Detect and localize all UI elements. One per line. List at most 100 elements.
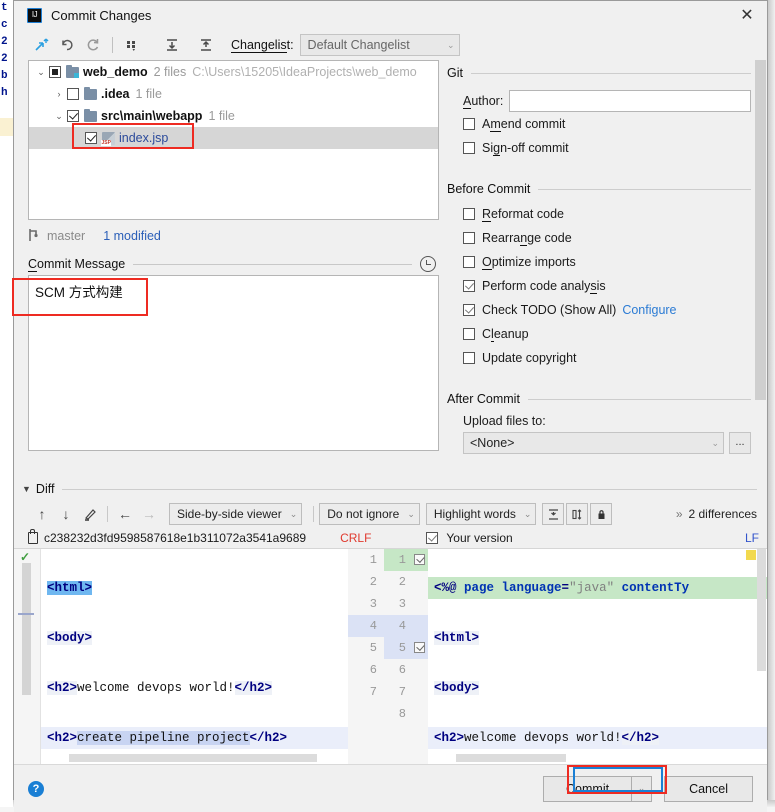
configure-link[interactable]: Configure: [622, 303, 676, 317]
include-change-checkbox[interactable]: [414, 642, 425, 653]
include-change-checkbox[interactable]: [414, 554, 425, 565]
checkbox[interactable]: [463, 118, 475, 130]
row-checkbox[interactable]: [67, 88, 79, 100]
chevron-down-icon[interactable]: ▼: [22, 484, 31, 494]
commit-message-label: Commit Message: [28, 257, 126, 272]
options-scrollbar[interactable]: [754, 60, 767, 478]
difference-count: » 2 differences: [676, 507, 767, 521]
optimize-imports-option[interactable]: Optimize imports: [447, 250, 751, 274]
author-field[interactable]: [509, 90, 751, 112]
diff-revision-bar: c238232d3fd9598587618e1b311072a3541a9689…: [14, 528, 767, 548]
checkbox[interactable]: [463, 208, 475, 220]
diff-right-side: 1 2 3 4 5 6 7 8 <%@ page language="java"…: [384, 549, 767, 764]
apply-right-icon[interactable]: →: [137, 503, 161, 525]
cancel-button[interactable]: Cancel: [664, 775, 753, 802]
whitespace-icon[interactable]: [566, 503, 589, 525]
highlight-mode-dropdown[interactable]: Highlight words ⌄: [425, 503, 537, 525]
help-icon[interactable]: ?: [28, 780, 44, 797]
line-number: 4: [348, 615, 384, 637]
checkbox[interactable]: [463, 232, 475, 244]
changelist-toolbar: Changelist: Default Changelist ⌄: [14, 30, 767, 60]
cleanup-option[interactable]: Cleanup: [447, 322, 751, 346]
left-pane-hscrollbar[interactable]: [69, 754, 317, 762]
refresh-icon[interactable]: [80, 34, 106, 56]
expand-chevron-icon[interactable]: »: [676, 507, 683, 521]
commit-message-header: Commit Message: [28, 253, 439, 275]
history-clock-icon[interactable]: [420, 256, 436, 272]
changelist-dropdown[interactable]: Default Changelist ⌄: [299, 34, 460, 56]
edit-source-icon[interactable]: [78, 503, 102, 525]
diff-left-pane[interactable]: <html> <body> <h2>welcome devops world!<…: [41, 549, 348, 764]
upload-browse-button[interactable]: ...: [729, 432, 751, 454]
diff-left-gutter[interactable]: ✓: [14, 549, 41, 764]
apply-left-icon[interactable]: ←: [113, 503, 137, 525]
table-row[interactable]: ⌄ src\main\webapp 1 file: [29, 105, 438, 127]
toolbar-separator: [107, 506, 108, 522]
commit-message-input[interactable]: SCM 方式构建: [28, 275, 439, 451]
viewer-mode-value: Side-by-side viewer: [177, 507, 282, 521]
chevron-down-icon[interactable]: ⌄: [51, 111, 67, 122]
checkbox[interactable]: [463, 328, 475, 340]
rollback-icon[interactable]: [54, 34, 80, 56]
warning-marker-icon: [746, 550, 756, 560]
read-only-lock-icon[interactable]: [590, 503, 613, 525]
move-to-changelist-icon[interactable]: [28, 34, 54, 56]
amend-commit-option[interactable]: Amend commit: [447, 112, 751, 136]
folder-icon: [84, 86, 97, 100]
check-todo-option[interactable]: Check TODO (Show All) Configure: [447, 298, 751, 322]
table-row[interactable]: ⌄ web_demo 2 files C:\Users\15205\IdeaPr…: [29, 61, 438, 83]
accept-change-icon[interactable]: ✓: [20, 550, 30, 564]
table-row[interactable]: › .idea 1 file: [29, 83, 438, 105]
perform-code-analysis-option[interactable]: Perform code analysis: [447, 274, 751, 298]
commit-options-chevron-icon[interactable]: ⌄: [632, 775, 653, 802]
prev-difference-icon[interactable]: ↑: [30, 503, 54, 525]
row-checkbox[interactable]: [67, 110, 79, 122]
before-commit-section-header: Before Commit: [447, 182, 751, 196]
modified-count[interactable]: 1 modified: [103, 229, 161, 243]
checkbox[interactable]: [463, 142, 475, 154]
checkbox[interactable]: [463, 280, 475, 292]
upload-target-dropdown[interactable]: <None> ⌄: [463, 432, 724, 454]
group-by-icon[interactable]: [119, 34, 145, 56]
line-number: 2: [369, 575, 377, 589]
right-pane-hscrollbar[interactable]: [456, 754, 566, 762]
option-label: Sign-off commit: [482, 141, 569, 156]
line-number: 1: [384, 549, 428, 571]
diff-left-line-numbers: 1 2 3 4 5 6 7: [348, 549, 384, 764]
diff-right-pane[interactable]: <%@ page language="java" contentTy <html…: [428, 549, 767, 764]
changed-files-tree[interactable]: ⌄ web_demo 2 files C:\Users\15205\IdeaPr…: [28, 60, 439, 220]
checkbox[interactable]: [463, 256, 475, 268]
rearrange-code-option[interactable]: Rearrange code: [447, 226, 751, 250]
update-copyright-option[interactable]: Update copyright: [447, 346, 751, 370]
collapse-unchanged-icon[interactable]: [542, 503, 565, 525]
line-number: 2: [398, 575, 406, 589]
row-checkbox[interactable]: [85, 132, 97, 144]
background-highlight-band: [0, 118, 13, 136]
next-difference-icon[interactable]: ↓: [54, 503, 78, 525]
close-icon[interactable]: ✕: [737, 6, 757, 26]
viewer-mode-dropdown[interactable]: Side-by-side viewer ⌄: [169, 503, 303, 525]
commit-button[interactable]: Commit: [543, 775, 633, 802]
code-line: <body>: [434, 681, 480, 695]
chevron-down-icon[interactable]: ⌄: [33, 67, 49, 78]
your-version-checkbox[interactable]: [426, 532, 439, 544]
table-row[interactable]: index.jsp: [29, 127, 438, 149]
checkbox[interactable]: [463, 304, 475, 316]
reformat-code-option[interactable]: Reformat code: [447, 202, 751, 226]
expand-all-icon[interactable]: [159, 34, 185, 56]
collapse-all-icon[interactable]: [193, 34, 219, 56]
upload-row: <None> ⌄ ...: [447, 432, 751, 454]
right-pane-vscrollbar[interactable]: [757, 549, 766, 671]
scrollbar-thumb[interactable]: [755, 60, 766, 400]
signoff-commit-option[interactable]: Sign-off commit: [447, 136, 751, 160]
chevron-right-icon[interactable]: ›: [51, 89, 67, 99]
background-line: t: [1, 2, 8, 14]
diff-range-bar: [22, 563, 31, 651]
row-checkbox[interactable]: [49, 66, 61, 78]
ignore-mode-dropdown[interactable]: Do not ignore ⌄: [319, 503, 420, 525]
line-separator-left: CRLF: [340, 531, 372, 545]
checkbox[interactable]: [463, 352, 475, 364]
git-section-header: Git: [447, 66, 751, 80]
after-commit-title: After Commit: [447, 392, 520, 406]
divider: [538, 188, 751, 190]
